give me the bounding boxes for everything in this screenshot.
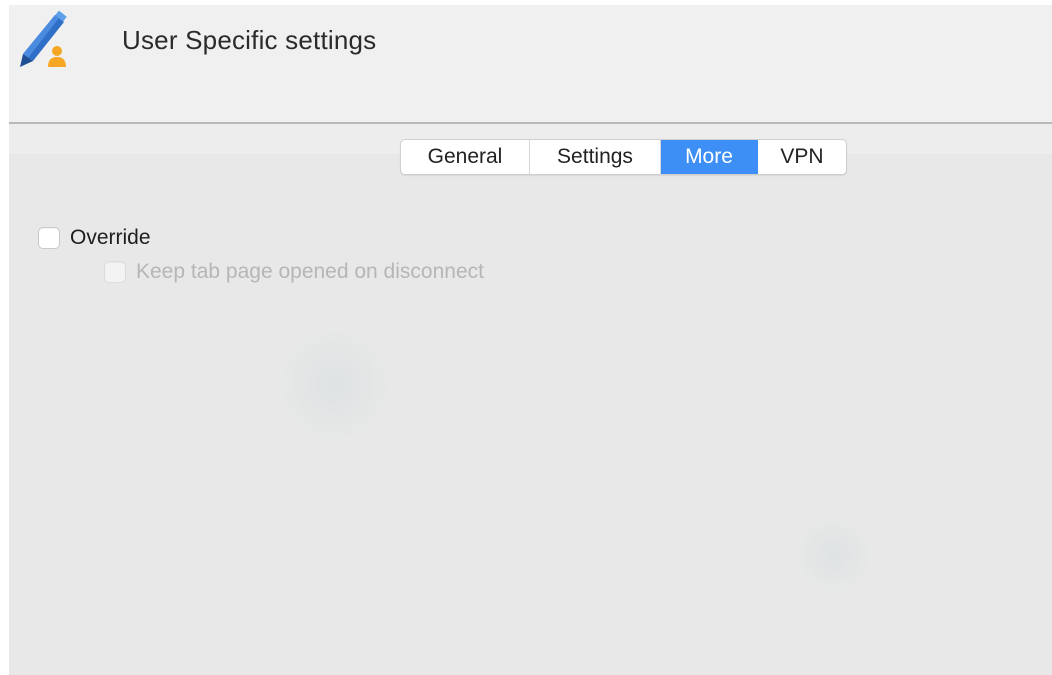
override-label: Override — [70, 226, 151, 249]
override-checkbox[interactable] — [38, 227, 60, 249]
pencil-user-icon — [20, 11, 67, 67]
background-blur — [794, 515, 874, 595]
keep-tab-open-checkbox — [104, 261, 126, 283]
override-option[interactable]: Override — [38, 226, 151, 250]
tab-settings[interactable]: Settings — [530, 140, 661, 174]
tab-more[interactable]: More — [661, 140, 758, 174]
settings-window: User Specific settings General Settings … — [9, 5, 1052, 675]
keep-tab-open-label: Keep tab page opened on disconnect — [136, 260, 484, 283]
window-header: User Specific settings — [9, 5, 1052, 122]
tab-bar: General Settings More VPN — [400, 139, 847, 175]
window-title: User Specific settings — [122, 25, 377, 55]
background-blur — [274, 325, 394, 445]
tab-vpn[interactable]: VPN — [758, 140, 846, 174]
keep-tab-open-option: Keep tab page opened on disconnect — [104, 260, 484, 284]
tab-general[interactable]: General — [401, 140, 530, 174]
